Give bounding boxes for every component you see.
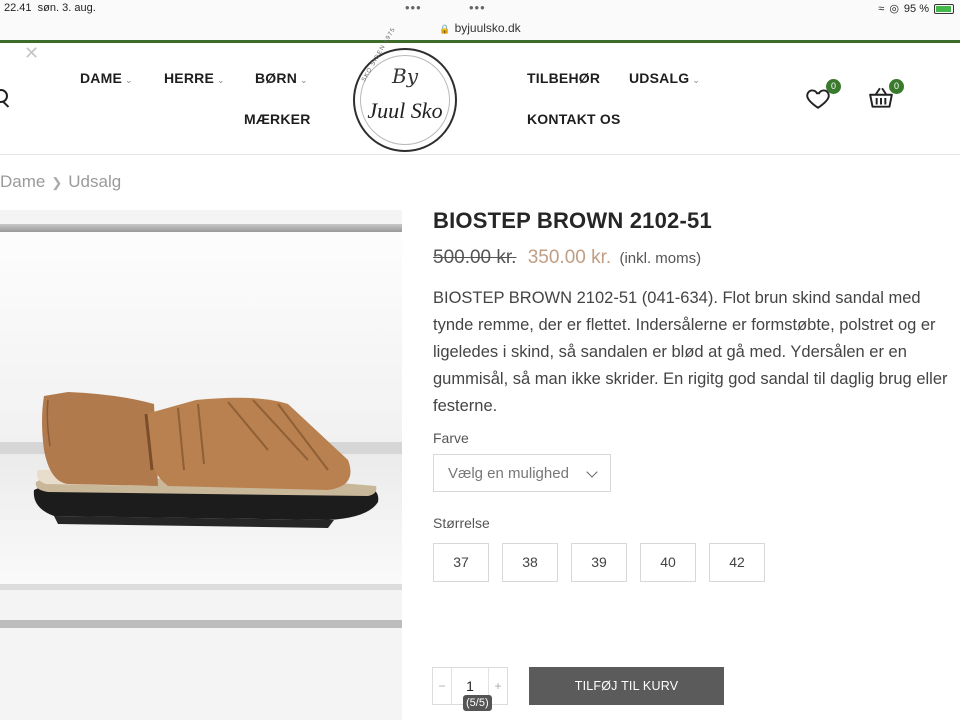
nav-dame-label: DAME	[80, 70, 123, 86]
old-price: 500.00 kr.	[433, 247, 517, 268]
size-option-40[interactable]: 40	[640, 543, 696, 582]
breadcrumb-item-dame[interactable]: Dame	[0, 172, 45, 191]
nav-herre-label: HERRE	[164, 70, 215, 86]
size-label: Størrelse	[433, 515, 490, 531]
wifi-icon: ≈	[878, 2, 885, 15]
nav-herre[interactable]: HERRE ⌄	[164, 70, 225, 86]
logo-name-text: Juul Sko	[367, 98, 443, 123]
sale-price: 350.00 kr.	[527, 247, 612, 268]
size-options: 37 38 39 40 42	[433, 543, 765, 582]
tab-dots-right[interactable]: •••	[469, 0, 486, 15]
logo-by-text: By	[392, 64, 418, 88]
cart-button[interactable]: 0	[868, 79, 904, 111]
wishlist-count-badge: 0	[826, 79, 841, 94]
quantity-decrease-button[interactable]: −	[433, 668, 451, 704]
color-select-value: Vælg en mulighed	[448, 465, 569, 482]
nav-maerker[interactable]: MÆRKER	[244, 111, 311, 127]
vat-note: (inkl. moms)	[619, 250, 702, 267]
nav-udsalg-label: UDSALG	[629, 70, 690, 86]
color-label: Farve	[433, 430, 469, 446]
shelf-top	[0, 224, 402, 232]
search-icon[interactable]	[0, 89, 8, 103]
wishlist-button[interactable]: 0	[805, 79, 841, 111]
status-indicators: ≈ ◎ 95 %	[878, 2, 954, 15]
product-description: BIOSTEP BROWN 2102-51 (041-634). Flot br…	[433, 289, 948, 415]
status-time: 22.41 søn. 3. aug.	[4, 2, 96, 14]
size-option-39[interactable]: 39	[571, 543, 627, 582]
battery-icon	[934, 3, 954, 14]
cart-count-badge: 0	[889, 79, 904, 94]
size-option-38[interactable]: 38	[502, 543, 558, 582]
chevron-right-icon: ❯	[51, 175, 63, 190]
quantity-increase-button[interactable]: +	[489, 668, 507, 704]
browser-status-bar: 22.41 søn. 3. aug. ••• ••• 🔒 byjuulsko.dk…	[0, 0, 960, 40]
shelf-bottom	[0, 620, 402, 628]
close-icon[interactable]: ✕	[24, 43, 39, 64]
site-header: ✕ DAME ⌄ HERRE ⌄ BØRN ⌄ MÆRKER SKO SIDEN 19…	[0, 27, 960, 155]
battery-fill	[936, 5, 951, 12]
site-logo[interactable]: SKO SIDEN 1975 By Juul Sko	[353, 27, 457, 152]
breadcrumb-item-udsalg[interactable]: Udsalg	[68, 172, 121, 191]
size-option-37[interactable]: 37	[433, 543, 489, 582]
status-date: søn. 3. aug.	[37, 2, 96, 14]
location-icon: ◎	[889, 3, 899, 15]
status-time-text: 22.41	[4, 2, 32, 14]
breadcrumb: Dame ❯ Udsalg	[0, 172, 121, 192]
chevron-down-icon: ⌄	[692, 75, 701, 85]
nav-dame[interactable]: DAME ⌄	[80, 70, 133, 86]
color-select[interactable]: Vælg en mulighed	[433, 454, 611, 492]
url-text: byjuulsko.dk	[454, 21, 521, 35]
nav-kontakt[interactable]: KONTAKT OS	[527, 111, 621, 127]
image-counter: (5/5)	[463, 695, 492, 711]
tab-dots-left[interactable]: •••	[405, 0, 422, 15]
nav-tilbehor[interactable]: TILBEHØR	[527, 70, 600, 86]
size-option-42[interactable]: 42	[709, 543, 765, 582]
product-title: BIOSTEP BROWN 2102-51	[433, 208, 712, 233]
nav-born-label: BØRN	[255, 70, 298, 86]
url-bar[interactable]: 🔒 byjuulsko.dk	[0, 21, 960, 35]
nav-udsalg[interactable]: UDSALG ⌄	[629, 70, 700, 86]
sandal-image	[33, 392, 379, 528]
chevron-down-icon	[586, 466, 598, 478]
nav-born[interactable]: BØRN ⌄	[255, 70, 308, 86]
battery-percent: 95 %	[903, 2, 929, 15]
add-to-cart-button[interactable]: TILFØJ TIL KURV	[529, 667, 724, 705]
chevron-down-icon: ⌄	[217, 75, 225, 85]
shelf-edge	[0, 584, 402, 590]
chevron-down-icon: ⌄	[300, 75, 308, 85]
product-image[interactable]	[0, 210, 402, 720]
chevron-down-icon: ⌄	[125, 75, 133, 85]
lock-icon: 🔒	[439, 24, 451, 34]
price-row: 500.00 kr. 350.00 kr. (inkl. moms)	[433, 247, 701, 269]
